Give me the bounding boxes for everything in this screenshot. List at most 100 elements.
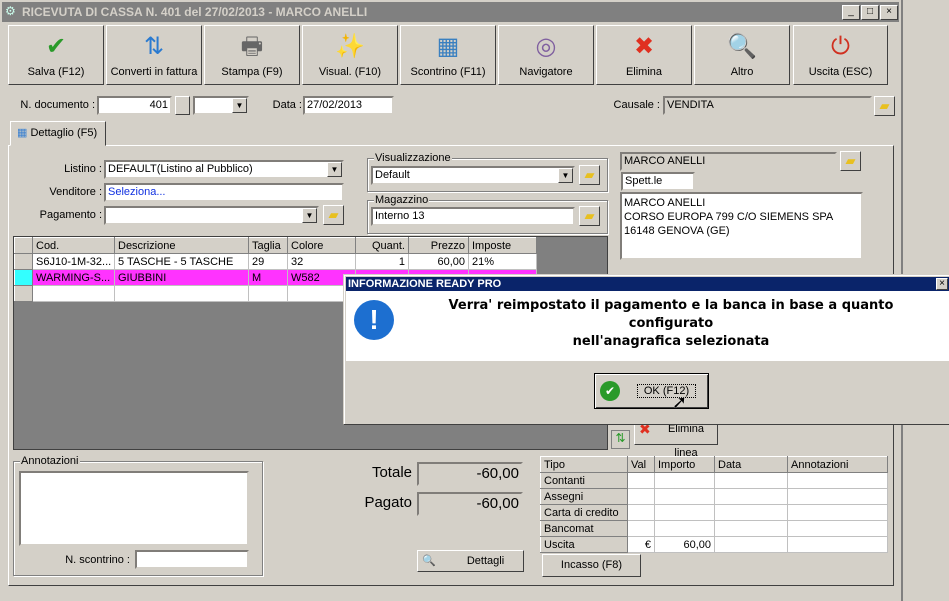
payment-cell[interactable] xyxy=(654,504,715,521)
grid-cell[interactable] xyxy=(248,285,288,302)
column-header: Val xyxy=(627,456,655,473)
column-header[interactable]: Colore xyxy=(287,237,356,254)
payment-cell[interactable] xyxy=(714,488,788,505)
window-title: RICEVUTA DI CASSA N. 401 del 27/02/2013 … xyxy=(2,2,899,22)
grid-cell[interactable]: 1 xyxy=(355,253,409,270)
causale-input[interactable]: VENDITA xyxy=(663,96,872,115)
column-header[interactable]: Prezzo xyxy=(408,237,469,254)
payment-type: Uscita xyxy=(540,536,628,553)
customer-name[interactable]: MARCO ANELLI xyxy=(620,152,837,171)
magazzino-input[interactable]: Interno 13 xyxy=(371,207,575,226)
payment-cell[interactable] xyxy=(787,520,888,537)
toolbar-button-scontrino[interactable]: ▦ Scontrino (F11) xyxy=(400,25,496,85)
payment-row[interactable]: Contanti xyxy=(540,472,888,489)
payment-cell[interactable] xyxy=(787,472,888,489)
close-button[interactable]: × xyxy=(880,5,898,20)
toolbar-button-label: Navigatore xyxy=(519,66,573,78)
grid-cell[interactable]: 60,00 xyxy=(408,253,469,270)
pagamento-select[interactable] xyxy=(104,206,319,225)
payment-cell[interactable] xyxy=(714,472,788,489)
dialog-close-button[interactable]: × xyxy=(936,278,948,290)
chevron-down-icon[interactable]: ▼ xyxy=(302,208,317,223)
doc-number-input[interactable]: 401 xyxy=(97,96,172,115)
chevron-down-icon[interactable]: ▼ xyxy=(327,162,342,177)
payment-cell[interactable] xyxy=(714,504,788,521)
doc-number-button[interactable] xyxy=(175,96,190,115)
maximize-button[interactable]: □ xyxy=(861,5,879,20)
causale-folder-icon[interactable]: ▰ xyxy=(874,96,895,116)
payment-row[interactable]: Uscita €60,00 xyxy=(540,536,888,553)
customer-address[interactable]: MARCO ANELLI CORSO EUROPA 799 C/O SIEMEN… xyxy=(620,192,863,260)
grid-cell[interactable]: 32 xyxy=(287,253,356,270)
toolbar-button-altro[interactable]: 🔍 Altro xyxy=(694,25,790,85)
payment-cell[interactable] xyxy=(787,488,888,505)
date-input[interactable]: 27/02/2013 xyxy=(303,96,394,115)
row-indicator[interactable] xyxy=(14,269,33,286)
dettagli-button[interactable]: 🔍 Dettagli xyxy=(417,550,524,572)
payment-cell[interactable] xyxy=(714,536,788,553)
grid-cell[interactable] xyxy=(32,285,115,302)
row-indicator[interactable] xyxy=(14,285,33,302)
incasso-button[interactable]: Incasso (F8) xyxy=(542,554,641,577)
toolbar-button-converti[interactable]: ⇅ Converti in fattura xyxy=(106,25,202,85)
payment-row[interactable]: Bancomat xyxy=(540,520,888,537)
venditore-input[interactable]: Seleziona... xyxy=(104,183,344,202)
payment-cell[interactable]: € xyxy=(627,536,655,553)
minimize-button[interactable]: _ xyxy=(842,5,860,20)
chevron-down-icon[interactable]: ▼ xyxy=(558,168,573,183)
payment-type: Assegni xyxy=(540,488,628,505)
payment-cell[interactable] xyxy=(654,520,715,537)
payment-cell[interactable] xyxy=(654,472,715,489)
table-row[interactable]: S6J10-1M-32... 5 TASCHE - 5 TASCHE 29 32 1 60… xyxy=(14,253,537,270)
column-header[interactable]: Taglia xyxy=(248,237,288,254)
magazzino-folder-icon[interactable]: ▰ xyxy=(579,206,600,226)
annotazioni-textarea[interactable] xyxy=(19,471,249,546)
toolbar-button-uscita[interactable]: ⏻ Uscita (ESC) xyxy=(793,25,888,85)
column-header[interactable]: Imposte xyxy=(468,237,537,254)
grid-cell[interactable] xyxy=(114,285,249,302)
pagamento-folder-icon[interactable]: ▰ xyxy=(323,205,344,225)
doc-series-select[interactable]: ▼ xyxy=(193,96,249,115)
column-header[interactable]: Quant. xyxy=(355,237,409,254)
toolbar-button-stampa[interactable]: 🖶 Stampa (F9) xyxy=(204,25,300,85)
swap-icon[interactable]: ⇅ xyxy=(611,430,630,449)
tab-dettaglio[interactable]: ▦ Dettaglio (F5) xyxy=(10,121,106,146)
grid-cell[interactable]: M xyxy=(248,269,288,286)
payment-cell[interactable] xyxy=(627,520,655,537)
toolbar-button-navigatore[interactable]: ◎ Navigatore xyxy=(498,25,594,85)
grid-cell[interactable]: 5 TASCHE - 5 TASCHE xyxy=(114,253,249,270)
chevron-down-icon[interactable]: ▼ xyxy=(232,98,247,113)
column-header[interactable]: Cod. xyxy=(32,237,115,254)
grid-cell[interactable]: 21% xyxy=(468,253,537,270)
payment-cell[interactable] xyxy=(787,536,888,553)
grid-cell[interactable]: 29 xyxy=(248,253,288,270)
toolbar-button-visual[interactable]: ✨ Visual. (F10) xyxy=(302,25,398,85)
payment-cell[interactable] xyxy=(654,488,715,505)
column-header[interactable]: Descrizione xyxy=(114,237,249,254)
customer-folder-icon[interactable]: ▰ xyxy=(840,151,861,171)
payment-row[interactable]: Carta di credito xyxy=(540,504,888,521)
payment-cell[interactable] xyxy=(627,488,655,505)
delete-x-icon: ✖ xyxy=(633,33,655,60)
grid-cell[interactable]: S6J10-1M-32... xyxy=(32,253,115,270)
payment-cell[interactable] xyxy=(787,504,888,521)
payment-cell[interactable]: 60,00 xyxy=(654,536,715,553)
toolbar-button-salva[interactable]: ✔ Salva (F12) xyxy=(8,25,104,85)
payments-table[interactable]: Tipo Val Importo Data Annotazioni Contanti Ass… xyxy=(540,456,888,553)
row-indicator[interactable] xyxy=(14,253,33,270)
visualizzazione-select[interactable]: Default xyxy=(371,166,575,185)
listino-select[interactable]: DEFAULT(Listino al Pubblico) xyxy=(104,160,344,179)
visualizzazione-folder-icon[interactable]: ▰ xyxy=(579,165,600,185)
payment-type: Contanti xyxy=(540,472,628,489)
ok-button[interactable]: ✔ OK (F12) xyxy=(594,373,709,409)
payment-row[interactable]: Assegni xyxy=(540,488,888,505)
payment-cell[interactable] xyxy=(627,472,655,489)
grid-cell[interactable]: GIUBBINI xyxy=(114,269,249,286)
customer-title-input[interactable]: Spett.le xyxy=(621,172,695,191)
payment-cell[interactable] xyxy=(627,504,655,521)
payment-cell[interactable] xyxy=(714,520,788,537)
scontrino-input[interactable] xyxy=(135,550,249,569)
grid-cell[interactable]: WARMING-S... xyxy=(32,269,115,286)
magic-wand-icon: ✨ xyxy=(335,33,365,60)
toolbar-button-elimina[interactable]: ✖ Elimina xyxy=(596,25,692,85)
